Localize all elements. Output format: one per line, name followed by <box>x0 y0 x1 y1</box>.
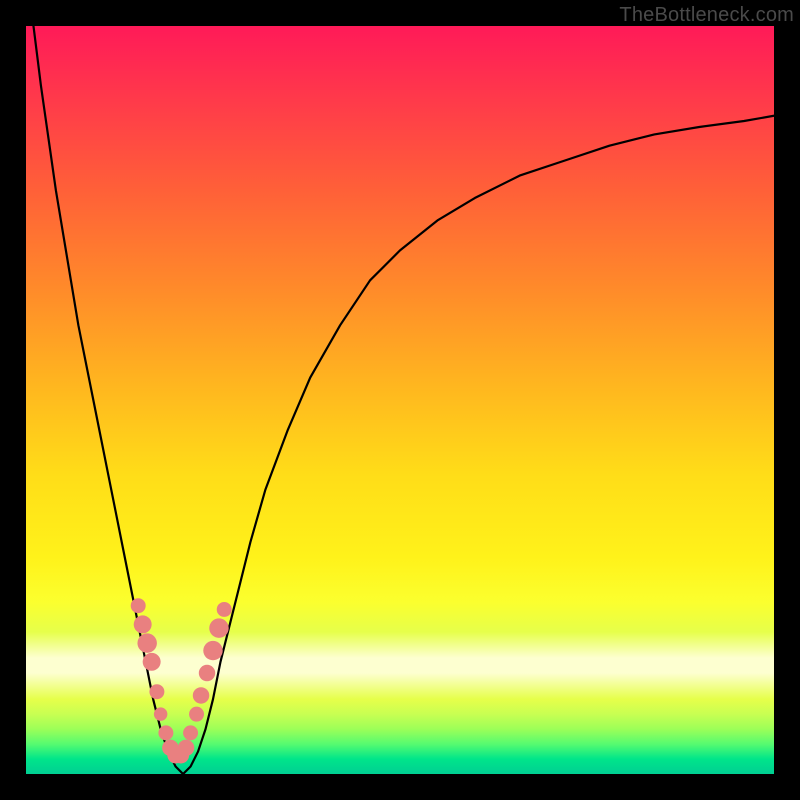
highlight-dot <box>149 684 164 699</box>
highlight-dot <box>154 707 167 720</box>
highlight-dot <box>189 707 204 722</box>
plot-area <box>26 26 774 774</box>
highlight-dot <box>178 740 194 756</box>
highlight-dot <box>131 598 146 613</box>
chart-svg <box>26 26 774 774</box>
chart-frame: TheBottleneck.com <box>0 0 800 800</box>
highlight-dot <box>217 602 232 617</box>
highlight-dot <box>193 687 209 703</box>
highlight-dot <box>209 618 228 637</box>
highlight-dot <box>143 653 161 671</box>
highlight-dot <box>137 633 156 652</box>
highlight-dot <box>203 641 222 660</box>
highlight-dot <box>134 615 152 633</box>
highlight-dot <box>158 725 173 740</box>
highlight-dot <box>183 725 198 740</box>
highlight-dot <box>199 665 215 681</box>
watermark-text: TheBottleneck.com <box>619 4 794 27</box>
